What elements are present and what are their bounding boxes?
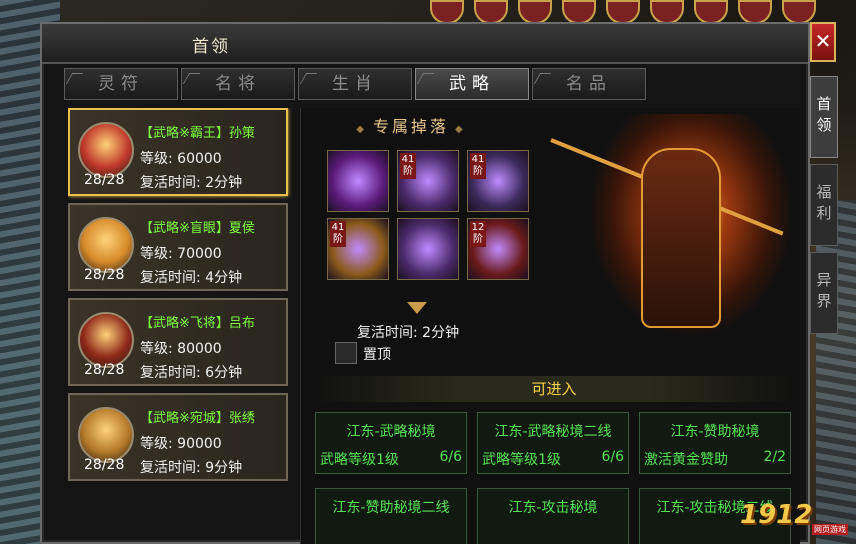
realm-entry[interactable]: 江东-武略秘境二线武略等级1级 6/6 (477, 412, 629, 474)
boss-portrait (78, 407, 134, 463)
boss-list-item[interactable]: 【武略※宛城】张绣 等级: 90000 28/28 复活时间: 9分钟 (68, 393, 288, 481)
activity-icon[interactable] (562, 0, 596, 24)
boss-list-item[interactable]: 【武略※盲眼】夏侯 等级: 70000 28/28 复活时间: 4分钟 (68, 203, 288, 291)
general-portrait-icon[interactable]: 12阶 (467, 218, 529, 280)
boss-detail-panel: 专属掉落 41阶 41阶 41阶 12阶 复活时间: 2分钟 置顶 可进入 江东-武略… (300, 108, 800, 544)
close-button[interactable]: ✕ (810, 22, 836, 62)
realm-entry[interactable]: 江东-赞助秘境二线 (315, 488, 467, 544)
item-tier-tag: 12阶 (470, 221, 486, 247)
activity-icon[interactable] (606, 0, 640, 24)
realm-requirement: 武略等级1级 (482, 452, 561, 468)
tab-wulue[interactable]: 武略 (415, 68, 529, 100)
boss-list-item[interactable]: 【武略※霸王】孙策 等级: 60000 28/28 复活时间: 2分钟 (68, 108, 288, 196)
tab-mingjiang[interactable]: 名将 (181, 68, 295, 100)
boss-level: 等级: 70000 (140, 246, 222, 262)
boss-name: 【武略※宛城】张绣 (140, 411, 255, 426)
item-tier-tag: 41阶 (400, 153, 416, 179)
window-title: 首领 (192, 37, 230, 57)
boss-level: 等级: 60000 (140, 151, 222, 167)
realm-name: 江东-赞助秘境二线 (332, 500, 450, 516)
category-tabs: 灵符 名将 生肖 武略 名品 (64, 68, 646, 100)
boss-list-item[interactable]: 【武略※飞将】吕布 等级: 80000 28/28 复活时间: 6分钟 (68, 298, 288, 386)
realm-name: 江东-赞助秘境 (670, 424, 760, 440)
tab-shengxiao[interactable]: 生肖 (298, 68, 412, 100)
respawn-time: 复活时间: 2分钟 (357, 325, 460, 341)
realm-name: 江东-攻击秘境 (508, 500, 598, 516)
expand-arrow-icon[interactable] (407, 302, 427, 314)
boss-model (641, 148, 721, 328)
realm-requirement: 武略等级1级 (320, 452, 399, 468)
activity-icon[interactable] (694, 0, 728, 24)
item-tier-tag: 41阶 (470, 153, 486, 179)
tab-mingpin[interactable]: 名品 (532, 68, 646, 100)
boss-respawn-time: 复活时间: 2分钟 (140, 175, 243, 191)
side-tab-shouling[interactable]: 首领 (810, 76, 838, 158)
boss-name: 【武略※盲眼】夏侯 (140, 221, 255, 236)
activity-icon[interactable] (518, 0, 552, 24)
realm-progress: 6/6 (601, 449, 624, 465)
realm-entry[interactable]: 江东-武略秘境武略等级1级 6/6 (315, 412, 467, 474)
boss-respawn-time: 复活时间: 9分钟 (140, 460, 243, 476)
pin-checkbox[interactable] (335, 342, 357, 364)
side-tab-yijie[interactable]: 异界 (810, 252, 838, 334)
winged-armor-icon[interactable]: 41阶 (467, 150, 529, 212)
activity-icon[interactable] (430, 0, 464, 24)
exclusive-drops-title: 专属掉落 (321, 114, 501, 140)
boss-name: 【武略※霸王】孙策 (140, 126, 255, 141)
activity-icon[interactable] (782, 0, 816, 24)
top-activity-icons (430, 0, 856, 24)
realm-name: 江东-武略秘境 (346, 424, 436, 440)
accessible-realms-header: 可进入 (315, 376, 793, 402)
tab-lingfu[interactable]: 灵符 (64, 68, 178, 100)
boss-portrait (78, 122, 134, 178)
boss-count: 28/28 (84, 362, 125, 378)
realm-grid: 江东-武略秘境武略等级1级 6/6 江东-武略秘境二线武略等级1级 6/6 江东-赞助秘… (315, 412, 795, 544)
boss-count: 28/28 (84, 457, 125, 473)
golden-wings-icon[interactable]: 41阶 (327, 218, 389, 280)
window-titlebar: 首领 (42, 24, 808, 64)
boss-portrait (78, 312, 134, 368)
realm-entry[interactable]: 江东-赞助秘境激活黄金赞助 2/2 (639, 412, 791, 474)
realm-progress: 2/2 (763, 449, 786, 465)
boss-count: 28/28 (84, 267, 125, 283)
realm-name: 江东-武略秘境二线 (494, 424, 612, 440)
chariot-icon[interactable] (397, 218, 459, 280)
boss-respawn-time: 复活时间: 6分钟 (140, 365, 243, 381)
boss-window: 首领 灵符 名将 生肖 武略 名品 【武略※霸王】孙策 等级: 60000 28/2… (40, 22, 810, 544)
site-logo-subtitle: 网页游戏 (812, 524, 848, 535)
side-tabs: 首领 福利 异界 (810, 76, 838, 340)
realm-entry[interactable]: 江东-攻击秘境 (477, 488, 629, 544)
drop-items-grid: 41阶 41阶 41阶 12阶 (327, 150, 531, 280)
boss-respawn-time: 复活时间: 4分钟 (140, 270, 243, 286)
pin-label: 置顶 (363, 347, 391, 363)
side-tab-fuli[interactable]: 福利 (810, 164, 838, 246)
flame-gem-icon[interactable] (327, 150, 389, 212)
boss-level: 等级: 90000 (140, 436, 222, 452)
realm-progress: 6/6 (439, 449, 462, 465)
boss-count: 28/28 (84, 172, 125, 188)
activity-icon[interactable] (474, 0, 508, 24)
boss-list[interactable]: 【武略※霸王】孙策 等级: 60000 28/28 复活时间: 2分钟 【武略※盲眼】夏… (68, 108, 292, 544)
item-tier-tag: 41阶 (330, 221, 346, 247)
activity-icon[interactable] (738, 0, 772, 24)
boss-portrait (78, 217, 134, 273)
realm-requirement: 激活黄金赞助 (644, 452, 728, 468)
boss-level: 等级: 80000 (140, 341, 222, 357)
boss-name: 【武略※飞将】吕布 (140, 316, 255, 331)
activity-icon[interactable] (650, 0, 684, 24)
purple-blade-icon[interactable]: 41阶 (397, 150, 459, 212)
